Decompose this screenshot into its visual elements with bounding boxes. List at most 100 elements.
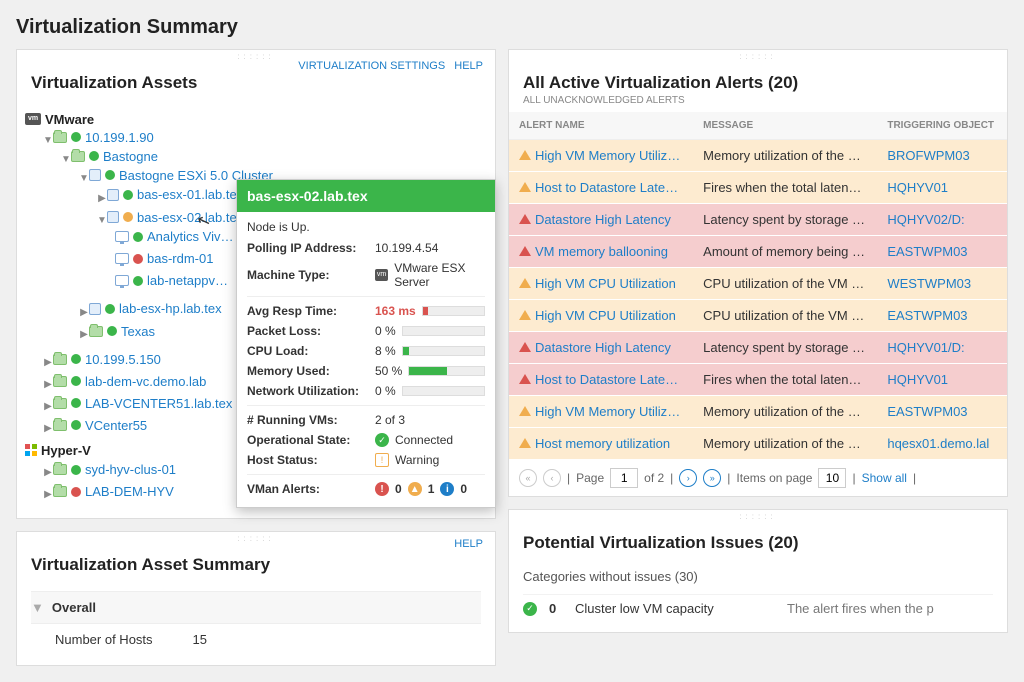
col-message[interactable]: MESSAGE (693, 112, 877, 140)
alert-name-cell[interactable]: Host memory utilization (509, 428, 693, 460)
help-link[interactable]: HELP (454, 538, 483, 550)
items-input[interactable] (818, 468, 846, 488)
chevron-right-icon[interactable]: ▶ (43, 379, 53, 390)
net-util-label: Network Utilization: (247, 384, 369, 398)
avg-resp-value: 163 ms (375, 304, 416, 318)
first-page-button[interactable]: « (519, 469, 537, 487)
alert-message-cell: CPU utilization of the VM over 70% (693, 268, 877, 300)
chevron-right-icon[interactable]: ▶ (43, 467, 53, 478)
tree-hv[interactable]: LAB-DEM-HYV (53, 484, 174, 499)
tree-vm[interactable]: bas-rdm-01 (115, 251, 213, 266)
alert-object-cell[interactable]: HQHYV02/D: (877, 204, 1007, 236)
chevron-right-icon[interactable]: ▶ (43, 423, 53, 434)
alert-object-cell[interactable]: BROFWPM03 (877, 140, 1007, 172)
alert-message-cell: Amount of memory being used f… (693, 236, 877, 268)
alert-object-cell[interactable]: HQHYV01 (877, 172, 1007, 204)
alert-row[interactable]: Datastore High LatencyLatency spent by s… (509, 332, 1007, 364)
alert-row[interactable]: VM memory ballooningAmount of memory bei… (509, 236, 1007, 268)
alert-name-cell[interactable]: Host to Datastore Latency (509, 172, 693, 204)
chevron-right-icon[interactable]: ▶ (79, 307, 89, 318)
alert-object-cell[interactable]: EASTWPM03 (877, 236, 1007, 268)
alert-name-cell[interactable]: High VM Memory Utilization (509, 396, 693, 428)
vmware-root[interactable]: vmVMware (25, 112, 94, 127)
last-page-button[interactable]: » (703, 469, 721, 487)
chevron-down-icon[interactable]: ▼ (61, 154, 71, 165)
alert-name-cell[interactable]: High VM CPU Utilization (509, 268, 693, 300)
alert-row[interactable]: High VM CPU UtilizationCPU utilization o… (509, 268, 1007, 300)
tree-ip2[interactable]: 10.199.5.150 (53, 352, 161, 367)
vman-alerts-value: !0 ▲1 i0 (375, 482, 485, 496)
tree-svr[interactable]: lab-dem-vc.demo.lab (53, 374, 206, 389)
tooltip-title: bas-esx-02.lab.tex (237, 180, 495, 212)
alert-object-cell[interactable]: WESTWPM03 (877, 268, 1007, 300)
virtualization-settings-link[interactable]: VIRTUALIZATION SETTINGS (298, 60, 445, 72)
avg-resp-bar (422, 306, 485, 316)
alert-name-cell[interactable]: VM memory ballooning (509, 236, 693, 268)
alert-row[interactable]: Host memory utilizationMemory utilizatio… (509, 428, 1007, 460)
show-all-link[interactable]: Show all (862, 471, 907, 485)
chevron-right-icon[interactable]: ▶ (79, 329, 89, 340)
chevron-right-icon[interactable]: ▶ (97, 193, 107, 204)
alert-name-cell[interactable]: Datastore High Latency (509, 204, 693, 236)
alert-name-cell[interactable]: Datastore High Latency (509, 332, 693, 364)
alert-object-cell[interactable]: hqesx01.demo.lal (877, 428, 1007, 460)
chevron-right-icon[interactable]: ▶ (43, 357, 53, 368)
alert-row[interactable]: High VM CPU UtilizationCPU utilization o… (509, 300, 1007, 332)
alert-row[interactable]: Host to Datastore LatencyFires when the … (509, 364, 1007, 396)
col-triggering-object[interactable]: TRIGGERING OBJECT (877, 112, 1007, 140)
folder-icon (53, 486, 67, 497)
next-page-button[interactable]: › (679, 469, 697, 487)
categories-without-issues[interactable]: Categories without issues (30) (523, 569, 993, 584)
host-icon (89, 303, 101, 315)
alert-row[interactable]: Datastore High LatencyLatency spent by s… (509, 204, 1007, 236)
alert-row[interactable]: High VM Memory UtilizationMemory utiliza… (509, 140, 1007, 172)
alert-name-cell[interactable]: Host to Datastore Latency (509, 364, 693, 396)
tree-vm[interactable]: Analytics Viv… (115, 229, 233, 244)
alert-object-cell[interactable]: EASTWPM03 (877, 300, 1007, 332)
tree-host-selected[interactable]: bas-esx-02.lab.tex (107, 210, 243, 225)
vmware-icon: vm (375, 269, 388, 281)
status-dot-icon (133, 254, 143, 264)
folder-icon (89, 326, 103, 337)
alert-name-cell[interactable]: High VM CPU Utilization (509, 300, 693, 332)
critical-badge-icon: ! (375, 482, 389, 496)
chevron-down-icon[interactable]: ▼ (97, 215, 107, 226)
col-alert-name[interactable]: ALERT NAME (509, 112, 693, 140)
alert-object-cell[interactable]: HQHYV01/D: (877, 332, 1007, 364)
help-link[interactable]: HELP (454, 60, 483, 72)
asset-summary-panel: :::::: HELP Virtualization Asset Summary… (16, 531, 496, 666)
chevron-right-icon[interactable]: ▶ (43, 489, 53, 500)
folder-icon (53, 420, 67, 431)
prev-page-button[interactable]: ‹ (543, 469, 561, 487)
drag-handle-icon[interactable]: :::::: (17, 532, 495, 545)
alert-object-cell[interactable]: EASTWPM03 (877, 396, 1007, 428)
page-input[interactable] (610, 468, 638, 488)
issue-row[interactable]: ✓ 0 Cluster low VM capacity The alert fi… (523, 594, 993, 622)
overall-row[interactable]: ▼Overall (31, 591, 481, 624)
alert-row[interactable]: High VM Memory UtilizationMemory utiliza… (509, 396, 1007, 428)
alert-object-cell[interactable]: HQHYV01 (877, 364, 1007, 396)
tree-host[interactable]: lab-esx-hp.lab.tex (89, 301, 222, 316)
tree-dc2[interactable]: Texas (89, 324, 155, 339)
status-dot-icon (89, 151, 99, 161)
chevron-down-icon[interactable]: ▼ (79, 173, 89, 184)
tree-svr[interactable]: LAB-VCENTER51.lab.tex (53, 396, 232, 411)
chevron-down-icon[interactable]: ▼ (43, 135, 53, 146)
tree-dc[interactable]: Bastogne (71, 149, 158, 164)
alerts-panel: :::::: All Active Virtualization Alerts … (508, 49, 1008, 497)
tree-svr[interactable]: VCenter55 (53, 418, 147, 433)
drag-handle-icon[interactable]: :::::: (509, 510, 1007, 523)
chevron-right-icon[interactable]: ▶ (43, 401, 53, 412)
alert-name-cell[interactable]: High VM Memory Utilization (509, 140, 693, 172)
mem-used-bar (408, 366, 485, 376)
issues-panel: :::::: Potential Virtualization Issues (… (508, 509, 1008, 633)
drag-handle-icon[interactable]: :::::: (509, 50, 1007, 63)
alert-message-cell: Memory utilization of the VM ove… (693, 396, 877, 428)
tree-host[interactable]: bas-esx-01.lab.tex (107, 187, 243, 202)
tree-hv[interactable]: syd-hyv-clus-01 (53, 462, 176, 477)
vm-icon (115, 231, 129, 242)
tree-ip[interactable]: 10.199.1.90 (53, 130, 154, 145)
alert-row[interactable]: Host to Datastore LatencyFires when the … (509, 172, 1007, 204)
tree-vm[interactable]: lab-netappv… (115, 273, 228, 288)
hyperv-root[interactable]: Hyper-V (25, 443, 91, 458)
